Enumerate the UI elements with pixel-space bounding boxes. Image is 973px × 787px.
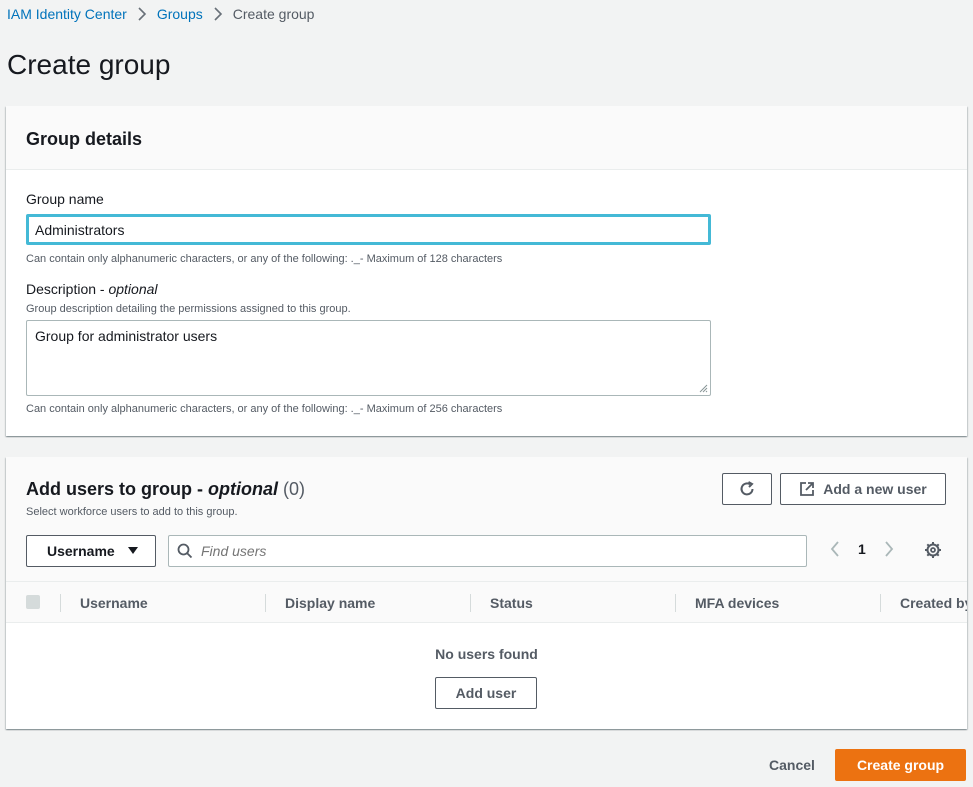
description-field-wrap: Group for administrator users — [26, 320, 711, 396]
filter-property-select[interactable]: Username — [26, 535, 156, 567]
search-icon — [177, 543, 193, 559]
description-hint: Can contain only alphanumeric characters… — [26, 403, 503, 415]
column-display-name[interactable]: Display name — [285, 582, 375, 622]
column-username[interactable]: Username — [80, 582, 148, 622]
resize-handle-icon[interactable] — [698, 383, 708, 393]
refresh-button[interactable] — [722, 473, 772, 505]
empty-state-message: No users found — [435, 646, 538, 662]
chevron-right-icon — [213, 7, 223, 21]
user-count: (0) — [283, 479, 306, 499]
breadcrumb-iam-identity-center[interactable]: IAM Identity Center — [7, 6, 127, 22]
column-divider — [60, 594, 61, 612]
column-divider — [470, 594, 471, 612]
chevron-right-icon[interactable] — [884, 541, 894, 557]
users-table-header: Username Display name Status MFA devices… — [6, 582, 967, 623]
group-name-label: Group name — [26, 191, 104, 207]
column-mfa-devices[interactable]: MFA devices — [695, 582, 779, 622]
add-users-subtitle: Select workforce users to add to this gr… — [26, 506, 238, 518]
add-user-button[interactable]: Add user — [435, 677, 537, 709]
column-divider — [880, 594, 881, 612]
group-details-panel: Group details Group name Can contain onl… — [6, 106, 967, 436]
column-divider — [675, 594, 676, 612]
add-users-header: Add users to group - optional (0) Select… — [6, 457, 967, 582]
column-status[interactable]: Status — [490, 582, 533, 622]
column-created-by[interactable]: Created by — [900, 582, 967, 622]
group-name-hint: Can contain only alphanumeric characters… — [26, 253, 503, 265]
add-users-title: Add users to group - optional (0) — [26, 479, 306, 499]
cancel-button[interactable]: Cancel — [769, 757, 815, 773]
description-textarea[interactable]: Group for administrator users — [26, 320, 711, 396]
chevron-right-icon — [137, 7, 147, 21]
group-name-input[interactable] — [26, 214, 711, 245]
external-link-icon — [800, 482, 815, 496]
pagination: 1 — [830, 541, 894, 557]
search-field[interactable] — [168, 535, 807, 567]
create-group-button[interactable]: Create group — [835, 749, 966, 781]
refresh-icon — [740, 481, 754, 496]
select-all-checkbox[interactable] — [26, 595, 40, 609]
column-divider — [265, 594, 266, 612]
description-label: Description - optional — [26, 281, 158, 297]
page-number[interactable]: 1 — [858, 541, 866, 557]
add-users-panel: Add users to group - optional (0) Select… — [6, 457, 967, 729]
chevron-left-icon[interactable] — [830, 541, 840, 557]
add-new-user-button[interactable]: Add a new user — [780, 473, 946, 505]
filter-property-label: Username — [47, 543, 115, 559]
caret-down-icon — [127, 547, 138, 554]
group-details-title: Group details — [26, 129, 143, 149]
breadcrumb-groups[interactable]: Groups — [157, 6, 203, 22]
search-input[interactable] — [201, 543, 781, 559]
group-details-header: Group details — [6, 106, 967, 170]
description-subhint: Group description detailing the permissi… — [26, 303, 351, 315]
breadcrumb-current: Create group — [232, 6, 315, 22]
add-new-user-label: Add a new user — [823, 481, 927, 497]
breadcrumb: IAM Identity Center Groups Create group — [7, 6, 314, 22]
page-title: Create group — [7, 49, 171, 80]
gear-icon[interactable] — [924, 541, 942, 559]
